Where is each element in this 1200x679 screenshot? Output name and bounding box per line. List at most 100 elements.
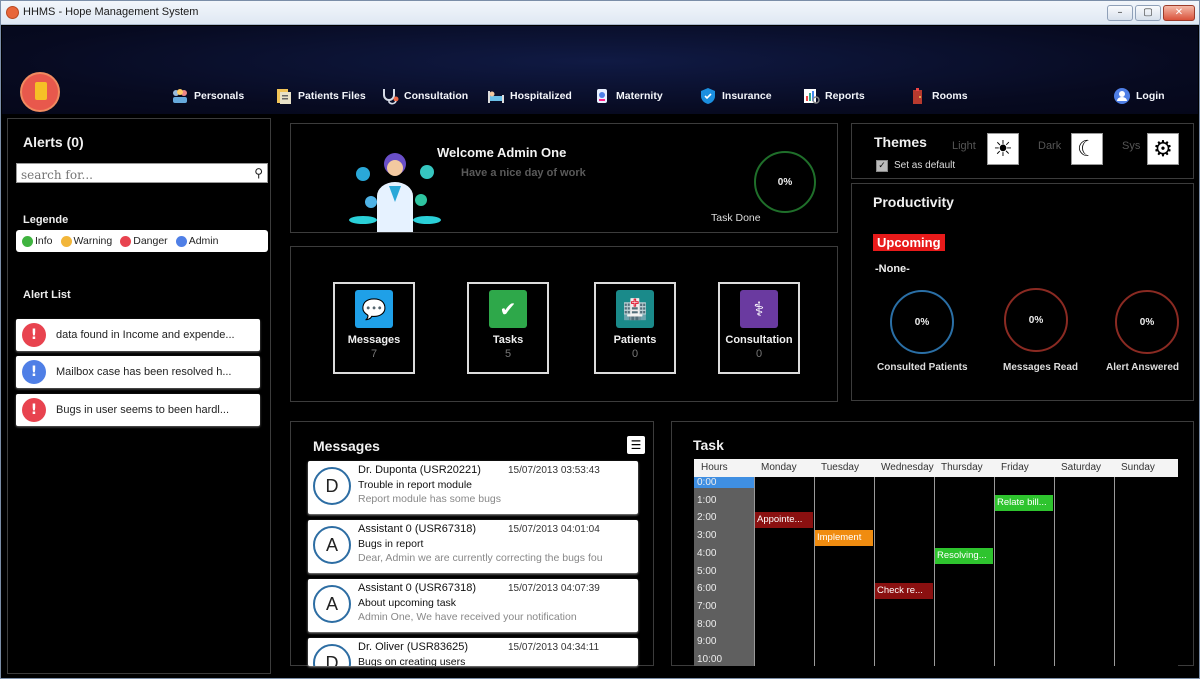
hour-cell[interactable]: 6:00 bbox=[697, 583, 716, 594]
alert-item[interactable]: ! data found in Income and expende... bbox=[16, 319, 260, 351]
shield-icon bbox=[701, 88, 715, 104]
stat-patients[interactable]: 🏥 Patients 0 bbox=[594, 282, 676, 374]
alert-item[interactable]: ! Mailbox case has been resolved h... bbox=[16, 356, 260, 388]
nav-reports[interactable]: Reports bbox=[801, 86, 865, 106]
stat-value: 5 bbox=[504, 348, 512, 360]
alert-search-input[interactable] bbox=[17, 166, 243, 184]
door-icon bbox=[913, 88, 922, 104]
hospital-icon: 🏥 bbox=[616, 290, 654, 328]
hour-cell[interactable]: 4:00 bbox=[697, 548, 716, 559]
stat-messages[interactable]: 💬 Messages 7 bbox=[333, 282, 415, 374]
stat-value: 7 bbox=[370, 348, 378, 360]
message-item[interactable]: D Dr. Duponta (USR20221) 15/07/2013 03:5… bbox=[308, 461, 638, 514]
hour-cell[interactable]: 9:00 bbox=[697, 636, 716, 647]
app-window: HHMS - Hope Management System – ▢ ✕ Pers… bbox=[0, 0, 1200, 679]
theme-dark-label: Dark bbox=[1038, 140, 1062, 152]
message-item[interactable]: A Assistant 0 (USR67318) 15/07/2013 04:0… bbox=[308, 520, 638, 573]
nav-label: Maternity bbox=[616, 90, 663, 102]
nav-insurance[interactable]: Insurance bbox=[698, 86, 772, 106]
warning-dot-icon bbox=[60, 235, 72, 247]
system-theme-button[interactable]: ⚙ bbox=[1147, 133, 1179, 165]
message-date: 15/07/2013 04:07:39 bbox=[508, 583, 600, 594]
user-icon bbox=[1114, 88, 1130, 104]
close-button[interactable]: ✕ bbox=[1163, 5, 1195, 21]
day-header: Thursday bbox=[941, 462, 983, 473]
avatar: A bbox=[313, 526, 351, 564]
nav-label: Rooms bbox=[932, 90, 968, 102]
message-preview: Admin One, We have received your notific… bbox=[358, 611, 577, 623]
stat-consultation[interactable]: ⚕ Consultation 0 bbox=[718, 282, 800, 374]
alert-list-title: Alert List bbox=[23, 289, 71, 301]
hour-cell[interactable]: 7:00 bbox=[697, 601, 716, 612]
task-event[interactable]: Resolving... bbox=[935, 547, 993, 564]
danger-dot-icon bbox=[120, 235, 132, 247]
legend-label: Danger bbox=[133, 235, 168, 247]
welcome-panel: Welcome Admin One Have a nice day of wor… bbox=[290, 123, 838, 233]
messages-read-ring: 0% bbox=[1004, 288, 1068, 352]
nav-personals[interactable]: Personals bbox=[170, 86, 244, 106]
message-sender: Dr. Oliver (USR83625) bbox=[358, 641, 469, 653]
stat-label: Consultation bbox=[725, 334, 793, 346]
message-item[interactable]: A Assistant 0 (USR67318) 15/07/2013 04:0… bbox=[308, 579, 638, 632]
maternity-icon bbox=[597, 89, 607, 103]
hour-cell[interactable]: 10:00 bbox=[697, 654, 722, 665]
ring-label: Consulted Patients bbox=[877, 362, 968, 373]
alert-item[interactable]: ! Bugs in user seems to been hardl... bbox=[16, 394, 260, 426]
ring-label: Messages Read bbox=[1003, 362, 1079, 373]
theme-sys-label: Sys bbox=[1122, 140, 1141, 152]
task-event[interactable]: Check re... bbox=[875, 583, 933, 600]
productivity-panel: Productivity Upcoming -None- 0% Consulte… bbox=[851, 183, 1194, 401]
title-bar: HHMS - Hope Management System – ▢ ✕ bbox=[1, 1, 1199, 25]
message-sender: Assistant 0 (USR67318) bbox=[358, 523, 476, 535]
dark-theme-button[interactable]: ☾ bbox=[1071, 133, 1103, 165]
nav-patients-files[interactable]: Patients Files bbox=[274, 86, 366, 106]
task-event[interactable]: Implement bbox=[815, 530, 873, 547]
stat-label: Messages bbox=[347, 334, 401, 346]
day-column-divider bbox=[1114, 477, 1115, 666]
patients-files-icon bbox=[277, 89, 291, 104]
moon-icon: ☾ bbox=[1077, 136, 1097, 162]
stats-panel: 💬 Messages 7 ✔ Tasks 5 🏥 Patients 0 ⚕ Co… bbox=[290, 246, 838, 402]
hospital-logo bbox=[20, 72, 60, 112]
legend-label: Admin bbox=[188, 235, 219, 247]
day-header: Sunday bbox=[1121, 462, 1155, 473]
hour-cell[interactable]: 2:00 bbox=[697, 512, 716, 523]
day-header: Wednesday bbox=[881, 462, 934, 473]
stat-value: 0 bbox=[755, 348, 763, 360]
nav-login[interactable]: Login bbox=[1112, 86, 1165, 106]
search-icon[interactable]: ⚲ bbox=[254, 166, 263, 180]
hour-cell[interactable]: 5:00 bbox=[697, 566, 716, 577]
message-subject: Bugs in report bbox=[358, 538, 424, 550]
themes-panel: Themes Light ☀ Dark ☾ Sys ⚙ ✓ Set as def… bbox=[851, 123, 1194, 179]
alert-text: data found in Income and expende... bbox=[56, 329, 235, 341]
maximize-button[interactable]: ▢ bbox=[1135, 5, 1161, 21]
hour-cell[interactable]: 1:00 bbox=[697, 495, 716, 506]
minimize-button[interactable]: – bbox=[1107, 5, 1133, 21]
message-item[interactable]: D Dr. Oliver (USR83625) 15/07/2013 04:34… bbox=[308, 638, 638, 666]
day-column-divider bbox=[934, 477, 935, 666]
light-theme-button[interactable]: ☀ bbox=[987, 133, 1019, 165]
nav-hospitalized[interactable]: Hospitalized bbox=[486, 86, 572, 106]
set-default-checkbox[interactable]: ✓ bbox=[876, 160, 888, 172]
info-dot-icon bbox=[22, 235, 33, 247]
message-sender: Assistant 0 (USR67318) bbox=[358, 582, 476, 594]
legend-item-admin: Admin bbox=[175, 235, 219, 247]
day-column-divider bbox=[754, 477, 755, 666]
stat-value: 0 bbox=[631, 348, 639, 360]
nav-rooms[interactable]: Rooms bbox=[908, 86, 968, 106]
avatar: A bbox=[313, 585, 351, 623]
nav-consultation[interactable]: Consultation bbox=[380, 86, 468, 106]
hours-header: Hours bbox=[701, 462, 728, 473]
hour-cell[interactable]: 3:00 bbox=[697, 530, 716, 541]
hour-cell[interactable]: 8:00 bbox=[697, 619, 716, 630]
messages-menu-button[interactable]: ☰ bbox=[627, 436, 645, 454]
hour-cell[interactable]: 0:00 bbox=[694, 477, 754, 488]
nav-maternity[interactable]: Maternity bbox=[592, 86, 663, 106]
task-event[interactable]: Relate bill... bbox=[995, 494, 1053, 511]
alerts-panel: Alerts (0) ⚲ Legende Info Warning Danger… bbox=[7, 118, 271, 674]
message-date: 15/07/2013 03:53:43 bbox=[508, 465, 600, 476]
stat-tasks[interactable]: ✔ Tasks 5 bbox=[467, 282, 549, 374]
message-preview: Report module has some bugs bbox=[358, 493, 501, 505]
task-event[interactable]: Appointe... bbox=[755, 512, 813, 529]
doctor-illustration bbox=[349, 153, 441, 232]
